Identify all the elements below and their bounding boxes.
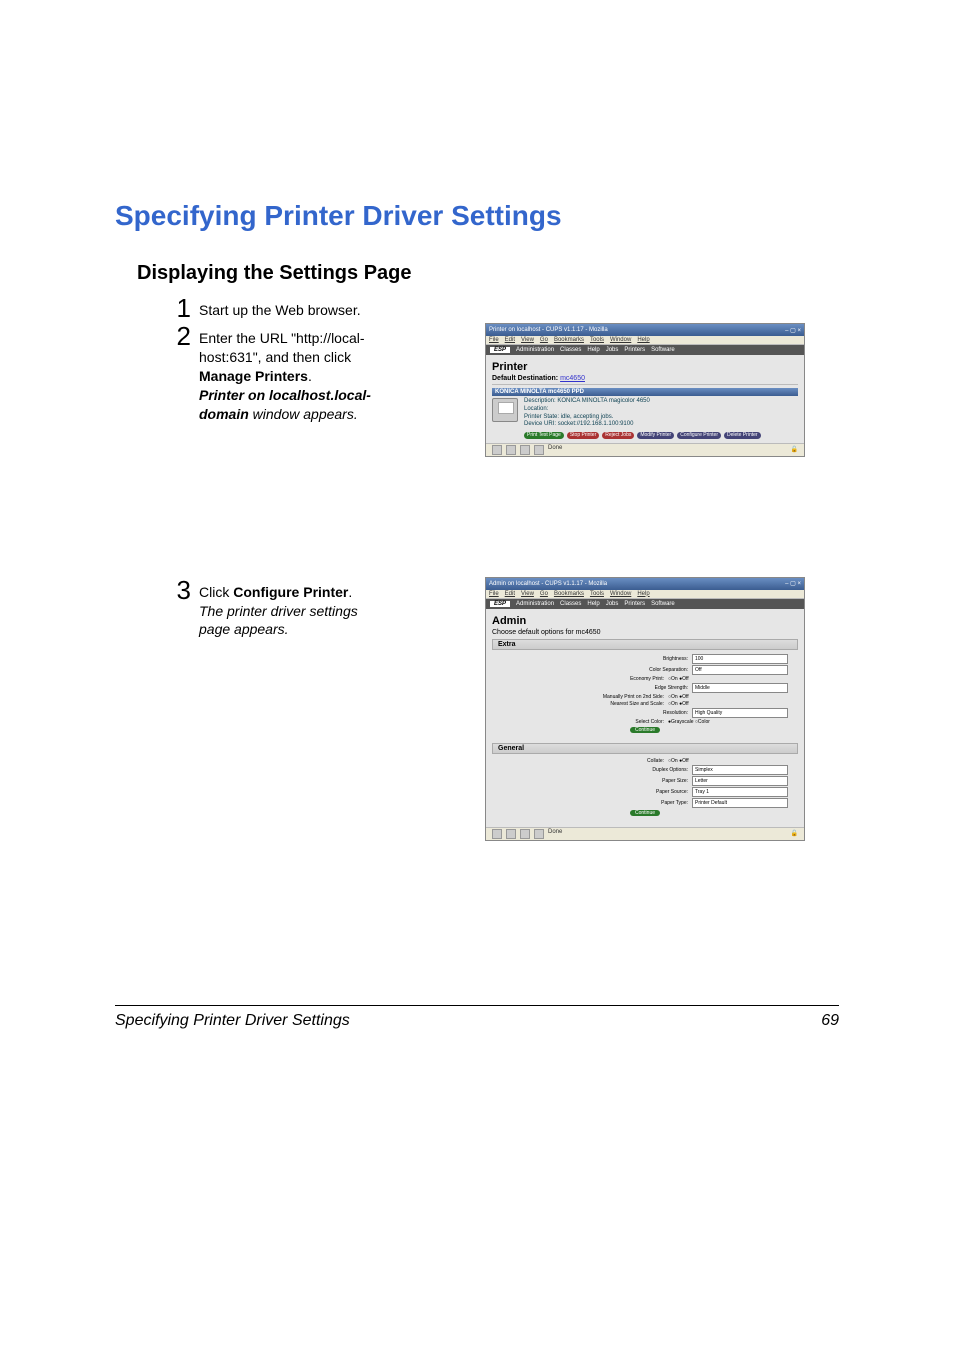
page-number: 69	[821, 1012, 839, 1030]
paper-source-select[interactable]: Tray 1	[692, 787, 788, 797]
paper-size-select[interactable]: Letter	[692, 776, 788, 786]
security-icon: 🔓	[791, 830, 798, 837]
paper-type-select[interactable]: Printer Default	[692, 798, 788, 808]
edge-strength-select[interactable]: Middle	[692, 683, 788, 693]
step-3: 3 Click Configure Printer. The printer d…	[165, 577, 465, 640]
cups-navbar: ESP Administration Classes Help Jobs Pri…	[486, 345, 804, 355]
color-separation-select[interactable]: Off	[692, 665, 788, 675]
window-controls: – ▢ ×	[785, 327, 801, 334]
extra-continue-button[interactable]: Continue	[630, 727, 660, 733]
modify-printer-button[interactable]: Modify Printer	[637, 432, 674, 439]
extra-section-bar: Extra	[492, 639, 798, 650]
manual-2nd-side-radio[interactable]: ○On ●Off	[668, 694, 788, 700]
cups-navbar: ESP Administration Classes Help Jobs Pri…	[486, 599, 804, 609]
general-form: Collate:○On ●Off Duplex Options:Simplex …	[492, 754, 798, 823]
browser-statusbar: Done 🔓	[486, 443, 804, 456]
duplex-options-select[interactable]: Simplex	[692, 765, 788, 775]
browser-statusbar: Done 🔓	[486, 827, 804, 840]
reject-jobs-button[interactable]: Reject Jobs	[602, 432, 634, 439]
step-2: 2 Enter the URL "http://local- host:631"…	[165, 323, 465, 423]
screenshot-printer-page: Printer on localhost - CUPS v1.1.17 - Mo…	[485, 323, 805, 457]
screenshot-admin-page: Admin on localhost - CUPS v1.1.17 - Mozi…	[485, 577, 805, 841]
default-destination: Default Destination: mc4650	[492, 375, 798, 382]
step-1: 1 Start up the Web browser.	[165, 295, 805, 321]
select-color-radio[interactable]: ●Grayscale ○Color	[668, 719, 788, 725]
browser-menubar: FileEditViewGoBookmarksToolsWindowHelp	[486, 336, 804, 345]
printer-meta: Description: KONICA MINOLTA magicolor 46…	[524, 398, 761, 439]
general-continue-button[interactable]: Continue	[630, 810, 660, 816]
section-title: Displaying the Settings Page	[137, 262, 839, 285]
nearest-size-scale-radio[interactable]: ○On ●Off	[668, 701, 788, 707]
security-icon: 🔓	[791, 446, 798, 453]
admin-heading: Admin	[492, 615, 798, 627]
esp-logo: ESP	[490, 601, 510, 607]
footer-text: Specifying Printer Driver Settings	[115, 1012, 350, 1030]
step-3-number: 3	[165, 577, 191, 603]
step-1-number: 1	[165, 295, 191, 321]
brightness-select[interactable]: 100	[692, 654, 788, 664]
admin-subheading: Choose default options for mc4650	[492, 629, 798, 636]
browser-menubar: FileEditViewGoBookmarksToolsWindowHelp	[486, 590, 804, 599]
configure-printer-button[interactable]: Configure Printer	[677, 432, 721, 439]
collate-radio[interactable]: ○On ●Off	[668, 758, 788, 764]
resolution-select[interactable]: High Quality	[692, 708, 788, 718]
step-3-text: Click Configure Printer. The printer dri…	[199, 577, 459, 640]
window-titlebar: Printer on localhost - CUPS v1.1.17 - Mo…	[486, 324, 804, 336]
economy-print-radio[interactable]: ○On ●Off	[668, 676, 788, 682]
delete-printer-button[interactable]: Delete Printer	[724, 432, 761, 439]
printer-icon	[492, 398, 518, 422]
stop-printer-button[interactable]: Stop Printer	[567, 432, 599, 439]
print-test-page-button[interactable]: Print Test Page	[524, 432, 564, 439]
page-title: Specifying Printer Driver Settings	[115, 200, 839, 232]
extra-form: Brightness:100 Color Separation:Off Econ…	[492, 650, 798, 740]
step-1-text: Start up the Web browser.	[199, 295, 459, 320]
printer-heading: Printer	[492, 361, 798, 373]
printer-name-bar: KONICA MINOLTA mc4650 PPD	[492, 388, 798, 396]
window-controls: – ▢ ×	[785, 580, 801, 587]
general-section-bar: General	[492, 743, 798, 754]
esp-logo: ESP	[490, 347, 510, 353]
step-2-number: 2	[165, 323, 191, 349]
window-titlebar: Admin on localhost - CUPS v1.1.17 - Mozi…	[486, 578, 804, 590]
step-2-text: Enter the URL "http://local- host:631", …	[199, 323, 459, 423]
